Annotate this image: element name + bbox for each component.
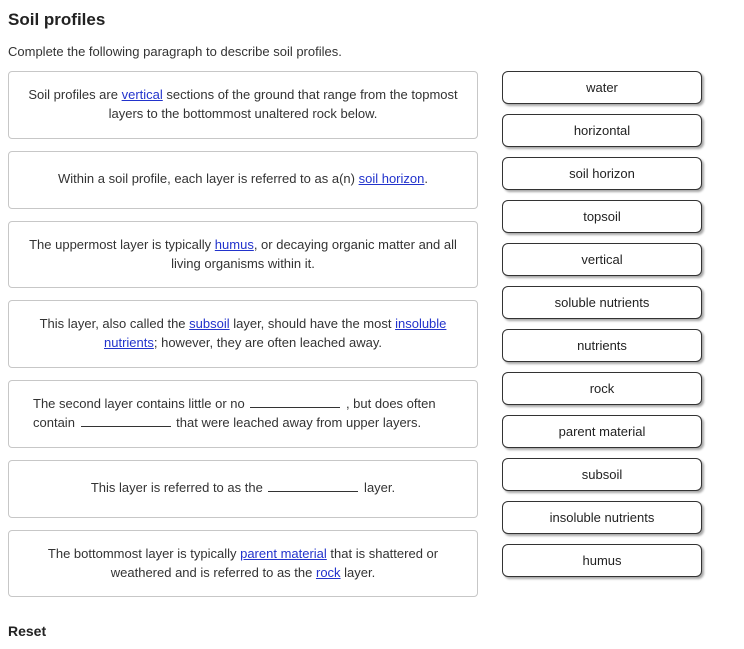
- choice-rock[interactable]: rock: [502, 372, 702, 405]
- filled-answer[interactable]: soil horizon: [359, 171, 425, 186]
- blank-slot[interactable]: [81, 415, 171, 427]
- text: ; however, they are often leached away.: [154, 335, 382, 350]
- choice-insoluble-nutrients[interactable]: insoluble nutrients: [502, 501, 702, 534]
- sentence-4[interactable]: This layer, also called the subsoil laye…: [8, 300, 478, 368]
- sentence-column: Soil profiles are vertical sections of t…: [8, 71, 478, 639]
- choice-topsoil[interactable]: topsoil: [502, 200, 702, 233]
- choice-soil-horizon[interactable]: soil horizon: [502, 157, 702, 190]
- choice-water[interactable]: water: [502, 71, 702, 104]
- choice-column: water horizontal soil horizon topsoil ve…: [502, 71, 702, 577]
- choice-vertical[interactable]: vertical: [502, 243, 702, 276]
- sentence-7[interactable]: The bottommost layer is typically parent…: [8, 530, 478, 598]
- text: The second layer contains little or no: [33, 396, 248, 411]
- sentence-5[interactable]: The second layer contains little or no ,…: [8, 380, 478, 448]
- choice-humus[interactable]: humus: [502, 544, 702, 577]
- choice-horizontal[interactable]: horizontal: [502, 114, 702, 147]
- filled-answer[interactable]: rock: [316, 565, 341, 580]
- filled-answer[interactable]: humus: [215, 237, 254, 252]
- text: Within a soil profile, each layer is ref…: [58, 171, 359, 186]
- page-title: Soil profiles: [8, 10, 736, 30]
- blank-slot[interactable]: [250, 396, 340, 408]
- reset-button[interactable]: Reset: [8, 623, 478, 639]
- choice-subsoil[interactable]: subsoil: [502, 458, 702, 491]
- text: The bottommost layer is typically: [48, 546, 240, 561]
- text: .: [424, 171, 428, 186]
- text: Soil profiles are: [28, 87, 121, 102]
- filled-answer[interactable]: parent material: [240, 546, 327, 561]
- text: layer.: [341, 565, 376, 580]
- text: that were leached away from upper layers…: [173, 415, 422, 430]
- text: layer, should have the most: [230, 316, 395, 331]
- choice-soluble-nutrients[interactable]: soluble nutrients: [502, 286, 702, 319]
- choice-nutrients[interactable]: nutrients: [502, 329, 702, 362]
- sentence-6[interactable]: This layer is referred to as the layer.: [8, 460, 478, 518]
- text: This layer, also called the: [40, 316, 190, 331]
- sentence-2[interactable]: Within a soil profile, each layer is ref…: [8, 151, 478, 209]
- text: The uppermost layer is typically: [29, 237, 215, 252]
- filled-answer[interactable]: subsoil: [189, 316, 229, 331]
- choice-parent-material[interactable]: parent material: [502, 415, 702, 448]
- filled-answer[interactable]: vertical: [122, 87, 163, 102]
- sentence-3[interactable]: The uppermost layer is typically humus, …: [8, 221, 478, 289]
- text: layer.: [360, 480, 395, 495]
- blank-slot[interactable]: [268, 480, 358, 492]
- instruction-text: Complete the following paragraph to desc…: [8, 44, 736, 59]
- sentence-1[interactable]: Soil profiles are vertical sections of t…: [8, 71, 478, 139]
- text: This layer is referred to as the: [91, 480, 267, 495]
